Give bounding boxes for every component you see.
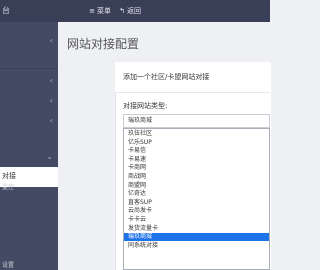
dropdown-option[interactable]: 亿乐SUP [124, 139, 269, 147]
dropdown-option[interactable]: 发货流量卡 [124, 225, 269, 233]
divider [0, 68, 58, 69]
dropdown-option[interactable]: 卡易信 [124, 147, 269, 155]
chevron-left-icon: ‹ [49, 76, 53, 85]
dropdown-option[interactable]: 直客SUP [124, 199, 269, 207]
sidebar: ‹ ‹ ‹ ‹ ⌄ 对接 监控 设置 [0, 22, 58, 270]
dropdown-option[interactable]: 同系统对接 [124, 242, 269, 250]
panel-heading-text: 添加一个社区/卡盟网站对接 [123, 73, 210, 81]
site-type-select[interactable]: 瑞玖商城 [123, 114, 270, 128]
sidebar-item-label: 对接 [2, 172, 16, 180]
dropdown-option[interactable]: 商战网 [124, 173, 269, 181]
top-bar: 台 ≡ 菜单 ↰ 返回 [0, 0, 270, 22]
dropdown-option[interactable]: 云尚发卡 [124, 207, 269, 215]
sidebar-item-settings[interactable]: 设置 [2, 260, 14, 269]
menu-button[interactable]: ≡ 菜单 [88, 0, 111, 22]
sidebar-item-1[interactable]: ‹ [0, 32, 58, 52]
menu-icon: ≡ [89, 7, 95, 15]
chevron-left-icon: ‹ [49, 116, 53, 125]
sidebar-item-monitor[interactable]: 监控 [2, 182, 14, 191]
dropdown-option[interactable]: 玖伍社区 [124, 130, 269, 138]
panel-heading: 添加一个社区/卡盟网站对接 [115, 62, 270, 93]
back-button[interactable]: ↰ 返回 [118, 0, 141, 22]
sidebar-item-3[interactable]: ‹ [0, 92, 58, 112]
sidebar-item-5[interactable]: ⌄ [0, 149, 58, 169]
sidebar-item-2[interactable]: ‹ [0, 72, 58, 92]
page-title: 网站对接配置 [67, 37, 140, 51]
dropdown-option[interactable]: 瑞玖商城 [124, 233, 269, 242]
dropdown-option[interactable]: 商盟网 [124, 182, 269, 190]
back-icon: ↰ [119, 7, 125, 15]
site-type-label: 对接网站类型: [123, 102, 168, 110]
dropdown-option[interactable]: 亿奇达 [124, 190, 269, 198]
dropdown-option[interactable]: 卡易速 [124, 156, 269, 164]
chevron-left-icon: ‹ [49, 36, 53, 45]
brand-title: 台 [0, 0, 58, 22]
back-label: 返回 [127, 7, 141, 15]
sidebar-item-4[interactable]: ‹ [0, 112, 58, 132]
dropdown-option[interactable]: 卡商网 [124, 164, 269, 172]
chevron-down-icon: ⌄ [46, 152, 53, 161]
chevron-left-icon: ‹ [49, 96, 53, 105]
dropdown-option[interactable]: 卡卡云 [124, 216, 269, 224]
site-type-dropdown[interactable]: 玖伍社区 亿乐SUP 卡易信 卡易速 卡商网 商战网 商盟网 亿奇达 直客SUP 云尚发卡 卡卡云发… [123, 128, 270, 270]
menu-label: 菜单 [97, 7, 111, 15]
